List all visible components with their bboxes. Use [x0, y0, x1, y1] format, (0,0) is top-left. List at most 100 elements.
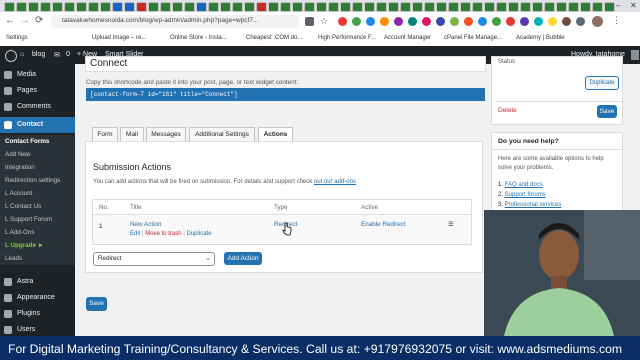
extension-icon[interactable]: [394, 17, 403, 26]
tab-favicon[interactable]: [196, 2, 207, 12]
tab-favicon[interactable]: [160, 2, 171, 12]
tab-favicon[interactable]: [64, 2, 75, 12]
tab-favicon[interactable]: [544, 2, 555, 12]
sidebar-item-appearance[interactable]: Appearance: [0, 290, 75, 305]
submenu-support-forum[interactable]: L Support Forum: [5, 216, 52, 223]
extension-icon[interactable]: [380, 17, 389, 26]
bookmark-item[interactable]: Account Manager: [384, 35, 431, 41]
tab-favicon[interactable]: [76, 2, 87, 12]
submenu-integration[interactable]: Integration: [5, 164, 35, 171]
bookmark-item[interactable]: Cheapest .COM do...: [246, 35, 302, 41]
tab-favicon[interactable]: [172, 2, 183, 12]
extension-icon[interactable]: [366, 17, 375, 26]
sidebar-item-pages[interactable]: Pages: [0, 83, 75, 98]
minimize-icon[interactable]: –: [616, 1, 620, 10]
tab-form[interactable]: Form: [92, 127, 118, 142]
tab-favicon[interactable]: [340, 2, 351, 12]
action-type-select[interactable]: Redirect ⌄: [93, 252, 215, 266]
back-icon[interactable]: ←: [5, 15, 15, 26]
bookmark-item[interactable]: cPanel File Manage...: [444, 35, 502, 41]
share-icon[interactable]: [305, 17, 314, 26]
extension-icon[interactable]: [352, 17, 361, 26]
bookmark-item[interactable]: Online Store - Insta...: [170, 35, 227, 41]
submenu-contact-forms[interactable]: Contact Forms: [5, 138, 49, 145]
extension-icon[interactable]: [422, 17, 431, 26]
sidebar-item-plugins[interactable]: Plugins: [0, 306, 75, 321]
tab-favicon[interactable]: [112, 2, 123, 12]
tab-favicon[interactable]: [460, 2, 471, 12]
bookmark-item[interactable]: High Performance F...: [318, 35, 376, 41]
submenu-add-ons[interactable]: L Add-Ons: [5, 229, 35, 236]
submenu-add-new[interactable]: Add New: [5, 151, 31, 158]
tab-favicon[interactable]: [580, 2, 591, 12]
tab-favicon[interactable]: [520, 2, 531, 12]
add-action-button[interactable]: Add Action: [224, 252, 262, 265]
bookmark-item[interactable]: Academy | Bubble: [516, 35, 565, 41]
tab-favicon[interactable]: [52, 2, 63, 12]
addons-link[interactable]: out our add-ons: [314, 179, 356, 185]
shortcode-field[interactable]: [contact-form-7 id="161" title="Connect"…: [86, 88, 485, 101]
tab-favicon[interactable]: [388, 2, 399, 12]
tab-favicon[interactable]: [400, 2, 411, 12]
tab-favicon[interactable]: [280, 2, 291, 12]
extension-icon[interactable]: [576, 17, 585, 26]
bookmark-item[interactable]: Settings: [6, 35, 28, 41]
tab-additional-settings[interactable]: Additional Settings: [189, 127, 255, 142]
tab-favicon[interactable]: [568, 2, 579, 12]
form-title-input[interactable]: Connect: [85, 56, 486, 72]
menu-dots-icon[interactable]: ⋮: [612, 15, 621, 26]
close-icon[interactable]: ✕: [630, 1, 637, 10]
tab-favicon[interactable]: [100, 2, 111, 12]
tab-favicon[interactable]: [184, 2, 195, 12]
tab-favicon[interactable]: [208, 2, 219, 12]
sidebar-item-media[interactable]: Media: [0, 67, 75, 82]
tab-favicon[interactable]: [148, 2, 159, 12]
extension-icon[interactable]: [548, 17, 557, 26]
tab-actions[interactable]: Actions: [258, 127, 293, 142]
reload-icon[interactable]: ⟳: [35, 15, 43, 26]
extension-icon[interactable]: [562, 17, 571, 26]
user-avatar[interactable]: [631, 50, 639, 60]
submenu-contact-us[interactable]: L Contact Us: [5, 203, 41, 210]
profile-avatar-icon[interactable]: [592, 16, 603, 27]
tab-favicon[interactable]: [268, 2, 279, 12]
sidebar-item-users[interactable]: Users: [0, 322, 75, 337]
extension-icon[interactable]: [338, 17, 347, 26]
submenu-redirection-settings[interactable]: Redirection settings: [5, 177, 60, 184]
tab-favicon[interactable]: [316, 2, 327, 12]
delete-link[interactable]: Delete: [498, 107, 517, 114]
professional-services-link[interactable]: Professional services: [505, 202, 562, 208]
duplicate-button[interactable]: Duplicate: [585, 76, 619, 90]
edit-link[interactable]: Edit: [130, 231, 140, 237]
support-forums-link[interactable]: Support forums: [505, 192, 546, 198]
extension-icon[interactable]: [478, 17, 487, 26]
tab-favicon[interactable]: [496, 2, 507, 12]
tab-favicon[interactable]: [244, 2, 255, 12]
extension-icon[interactable]: [534, 17, 543, 26]
extension-icon[interactable]: [436, 17, 445, 26]
tab-favicon[interactable]: [472, 2, 483, 12]
forward-icon[interactable]: →: [20, 15, 30, 26]
tab-messages[interactable]: Messages: [146, 127, 186, 142]
tab-favicon[interactable]: [532, 2, 543, 12]
tab-mail[interactable]: Mail: [120, 127, 144, 142]
save-form-button[interactable]: Save: [86, 297, 107, 311]
tab-favicon[interactable]: [592, 2, 603, 12]
tab-favicon[interactable]: [124, 2, 135, 12]
comments-icon[interactable]: ✉: [54, 51, 60, 59]
tab-favicon[interactable]: [352, 2, 363, 12]
sidebar-item-comments[interactable]: Comments: [0, 99, 75, 114]
comments-count[interactable]: 0: [66, 51, 70, 58]
tab-favicon[interactable]: [328, 2, 339, 12]
tab-favicon[interactable]: [484, 2, 495, 12]
adminbar-home-icon[interactable]: ⌂: [20, 51, 24, 58]
tab-favicon[interactable]: [292, 2, 303, 12]
bookmark-item[interactable]: Upload Image – re...: [92, 35, 146, 41]
extension-icon[interactable]: [506, 17, 515, 26]
save-button[interactable]: Save: [597, 105, 617, 118]
extension-icon[interactable]: [408, 17, 417, 26]
tab-favicon[interactable]: [424, 2, 435, 12]
tab-favicon[interactable]: [304, 2, 315, 12]
tab-favicon[interactable]: [604, 2, 615, 12]
tab-favicon[interactable]: [448, 2, 459, 12]
